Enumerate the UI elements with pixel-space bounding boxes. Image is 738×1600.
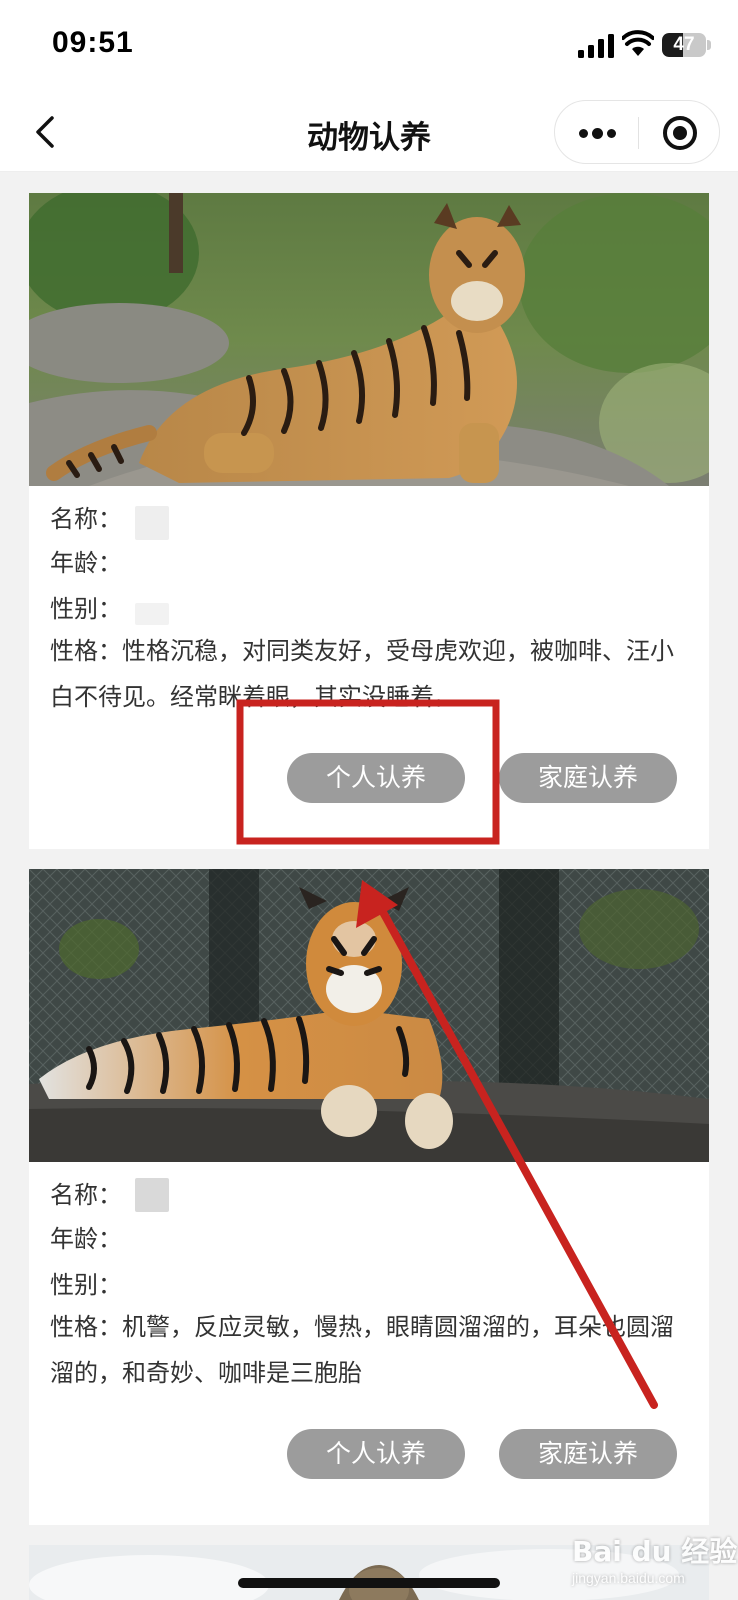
close-mini-program-button[interactable] <box>639 101 721 165</box>
animal-card: 名称： 年龄： 性别： 性格：性格沉稳，对同类友好，受母虎欢迎，被咖啡、汪小白不… <box>29 193 709 849</box>
home-indicator[interactable] <box>238 1578 500 1588</box>
more-button[interactable] <box>555 101 638 165</box>
gender-value-redacted <box>135 603 169 625</box>
status-time: 09:51 <box>52 26 134 59</box>
wifi-icon <box>622 30 654 56</box>
gender-label: 性别： <box>50 1272 122 1299</box>
age-label: 年龄： <box>50 550 122 577</box>
personality-label: 性格： <box>50 638 122 665</box>
more-dot-icon <box>607 129 616 138</box>
personality-row: 性格：机警，反应灵敏，慢热，眼睛圆溜溜的，耳朵也圆溜溜的，和奇妙、咖啡是三胞胎 <box>50 1305 696 1397</box>
watermark-logo: Bai du 经验 <box>572 1535 738 1568</box>
tiger-photo <box>29 193 709 486</box>
age-row: 年龄： <box>50 550 122 578</box>
mini-program-capsule <box>554 100 720 164</box>
gender-row: 性别： <box>50 596 122 624</box>
battery-icon: 47 <box>662 33 706 57</box>
more-dot-icon <box>592 128 603 139</box>
status-bar: 09:51 47 <box>0 0 738 92</box>
name-label: 名称： <box>50 506 122 533</box>
personality-row: 性格：性格沉稳，对同类友好，受母虎欢迎，被咖啡、汪小白不待见。经常眯着眼，其实没… <box>50 629 696 721</box>
personal-adopt-button[interactable]: 个人认养 <box>287 753 465 803</box>
family-adopt-button[interactable]: 家庭认养 <box>499 753 677 803</box>
name-label: 名称： <box>50 1182 122 1209</box>
name-row: 名称： <box>50 506 122 534</box>
gender-label: 性别： <box>50 596 122 623</box>
battery-level: 47 <box>673 34 695 55</box>
tiger-photo <box>29 869 709 1162</box>
family-adopt-button[interactable]: 家庭认养 <box>499 1429 677 1479</box>
name-value-redacted <box>135 506 169 540</box>
animal-card: 名称： 年龄： 性别： 性格：机警，反应灵敏，慢热，眼睛圆溜溜的，耳朵也圆溜溜的… <box>29 869 709 1525</box>
target-dot-icon <box>673 126 687 140</box>
baidu-watermark: Bai du 经验 jingyan.baidu.com <box>572 1530 737 1586</box>
gender-row: 性别： <box>50 1272 122 1300</box>
age-row: 年龄： <box>50 1226 122 1254</box>
personal-adopt-button[interactable]: 个人认养 <box>287 1429 465 1479</box>
age-label: 年龄： <box>50 1226 122 1253</box>
more-dot-icon <box>579 129 588 138</box>
personality-text: 性格沉稳，对同类友好，受母虎欢迎，被咖啡、汪小白不待见。经常眯着眼，其实没睡着。 <box>50 638 674 711</box>
personality-label: 性格： <box>50 1314 122 1341</box>
nav-bar: 动物认养 <box>0 92 738 172</box>
name-row: 名称： <box>50 1182 122 1210</box>
name-value-redacted <box>135 1178 169 1212</box>
personality-text: 机警，反应灵敏，慢热，眼睛圆溜溜的，耳朵也圆溜溜的，和奇妙、咖啡是三胞胎 <box>50 1314 674 1387</box>
cellular-signal-icon <box>578 34 614 58</box>
battery-cap <box>707 40 711 50</box>
watermark-url: jingyan.baidu.com <box>572 1570 685 1586</box>
